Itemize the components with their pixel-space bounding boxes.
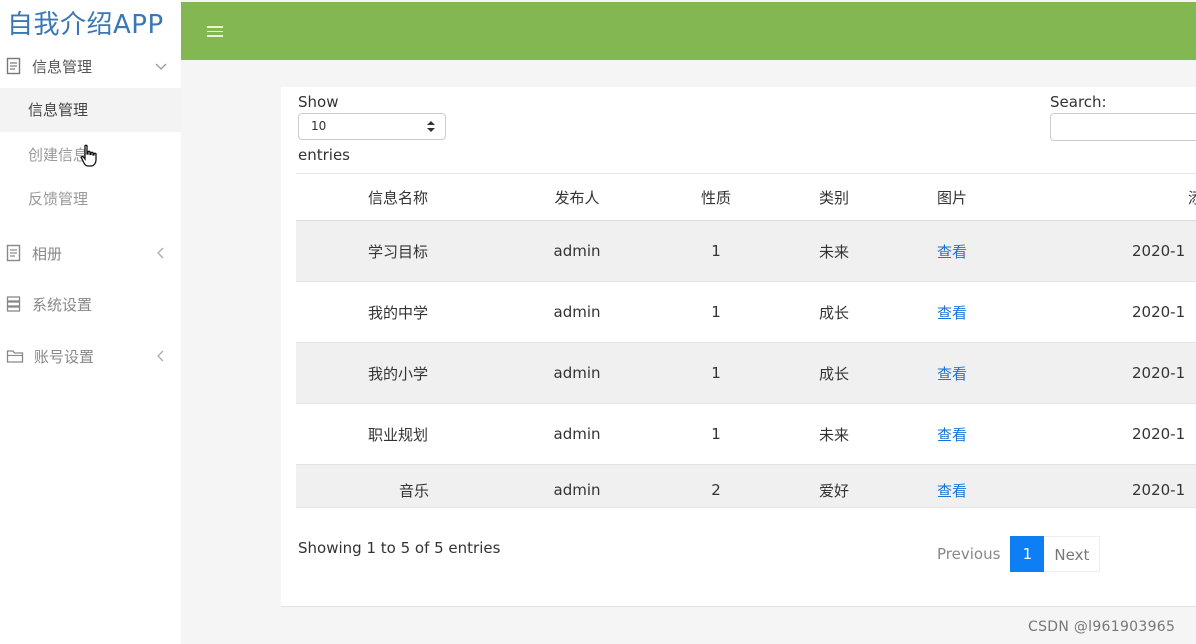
column-header-publisher[interactable]: 发布人: [526, 174, 628, 220]
pagination: Previous 1 Next: [927, 536, 1113, 572]
hamburger-icon[interactable]: [207, 26, 223, 38]
column-header-category[interactable]: 类别: [784, 174, 884, 220]
search-label: Search:: [1050, 93, 1107, 111]
chevron-left-icon: [157, 350, 164, 362]
database-icon: [6, 296, 21, 312]
column-header-name[interactable]: 信息名称: [336, 174, 460, 220]
chevron-down-icon: [155, 63, 167, 70]
table-info: Showing 1 to 5 of 5 entries: [298, 539, 501, 557]
table-row: 我的中学 admin 1 成长 查看 2020-1: [296, 282, 1196, 343]
menu-group-label: 账号设置: [34, 347, 95, 366]
show-label: Show: [298, 93, 339, 111]
page-length-select[interactable]: 10: [298, 113, 446, 140]
footer-divider: [281, 606, 1196, 607]
cell-category: 未来: [818, 242, 849, 261]
cell-publisher: admin: [553, 481, 601, 499]
cell-type: 2: [711, 481, 721, 499]
cell-name: 职业规划: [367, 425, 428, 444]
cell-publisher: admin: [553, 242, 601, 260]
page-1-button[interactable]: 1: [1010, 536, 1045, 572]
cell-category: 成长: [818, 303, 849, 322]
cell-category: 成长: [818, 364, 849, 383]
next-page-button[interactable]: Next: [1044, 536, 1101, 572]
view-image-link[interactable]: 查看: [937, 404, 1037, 464]
cell-category: 爱好: [818, 481, 849, 500]
cell-time: 2020-1: [1132, 303, 1186, 321]
submenu-item-info-management[interactable]: 信息管理: [0, 88, 181, 132]
view-image-link[interactable]: 查看: [937, 465, 1037, 507]
menu-group-system-settings[interactable]: 系统设置: [0, 284, 181, 324]
cell-name: 学习目标: [367, 242, 428, 261]
column-header-image[interactable]: 图片: [937, 174, 1037, 220]
table-row: 学习目标 admin 1 未来 查看 2020-1: [296, 221, 1196, 282]
document-icon: [6, 244, 21, 262]
cell-category: 未来: [818, 425, 849, 444]
cell-time: 2020-1: [1132, 364, 1186, 382]
search-input[interactable]: [1050, 113, 1196, 141]
entries-label: entries: [298, 146, 350, 164]
menu-group-label: 系统设置: [32, 295, 93, 314]
cell-time: 2020-1: [1132, 242, 1186, 260]
document-icon: [6, 57, 21, 75]
previous-page-button[interactable]: Previous: [927, 536, 1011, 572]
column-header-time[interactable]: 添: [1188, 174, 1196, 220]
folder-icon: [6, 350, 24, 363]
view-image-link[interactable]: 查看: [937, 282, 1037, 342]
top-bar: [181, 2, 1196, 60]
view-image-link[interactable]: 查看: [937, 343, 1037, 403]
cell-type: 1: [711, 303, 721, 321]
cell-type: 1: [711, 425, 721, 443]
cell-publisher: admin: [553, 303, 601, 321]
menu-group-album[interactable]: 相册: [0, 233, 181, 273]
cell-type: 1: [711, 242, 721, 260]
menu-group-label: 相册: [32, 244, 63, 263]
sidebar: 自我介绍APP 信息管理 信息管理 创建信息 反馈管理 相册 系统设置 账号设置: [0, 0, 181, 644]
menu-group-info-management[interactable]: 信息管理: [0, 46, 181, 86]
menu-group-label: 信息管理: [32, 57, 93, 76]
page-length-value: 10: [311, 119, 327, 133]
table-header: 信息名称 发布人 性质 类别 图片 添: [296, 173, 1196, 221]
cell-name: 我的小学: [367, 364, 428, 383]
cell-publisher: admin: [553, 425, 601, 443]
cell-publisher: admin: [553, 364, 601, 382]
table-row: 音乐 admin 2 爱好 查看 2020-1: [296, 465, 1196, 508]
hand-pointer-icon: [80, 144, 97, 167]
cell-name: 我的中学: [367, 303, 428, 322]
view-image-link[interactable]: 查看: [937, 221, 1037, 281]
chevron-left-icon: [157, 247, 164, 259]
select-caret-icon: [427, 121, 435, 132]
pagination-end: [1102, 546, 1113, 562]
watermark: CSDN @l961903965: [1028, 619, 1176, 635]
table-row: 职业规划 admin 1 未来 查看 2020-1: [296, 404, 1196, 465]
cell-time: 2020-1: [1132, 481, 1186, 499]
data-table: 信息名称 发布人 性质 类别 图片 添 学习目标 admin 1 未来 查看 2…: [296, 173, 1196, 508]
table-row: 我的小学 admin 1 成长 查看 2020-1: [296, 343, 1196, 404]
cell-time: 2020-1: [1132, 425, 1186, 443]
cell-type: 1: [711, 364, 721, 382]
content-panel: Show 10 entries Search: 信息名称 发布人 性质 类别 图…: [281, 87, 1196, 607]
cell-name: 音乐: [398, 481, 429, 500]
submenu-item-feedback-management[interactable]: 反馈管理: [0, 177, 181, 221]
menu-group-account-settings[interactable]: 账号设置: [0, 336, 181, 376]
column-header-type[interactable]: 性质: [666, 174, 766, 220]
app-title: 自我介绍APP: [7, 10, 164, 40]
